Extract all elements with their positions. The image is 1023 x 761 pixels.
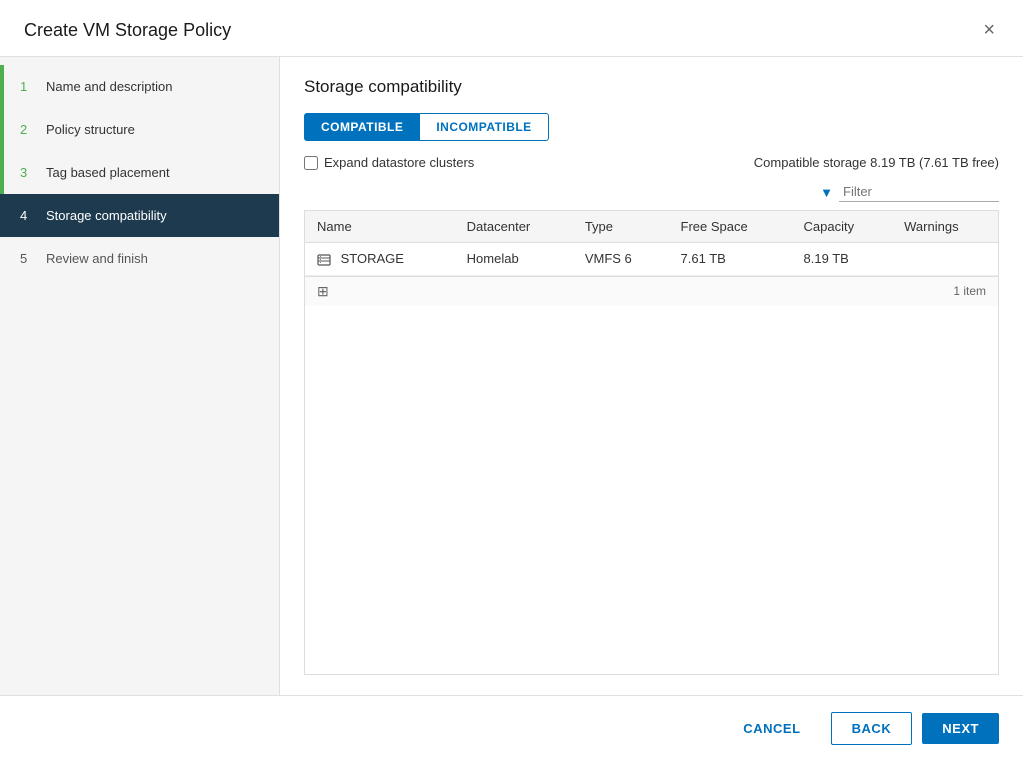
section-title: Storage compatibility xyxy=(304,77,999,97)
sidebar-item-label-1: Name and description xyxy=(46,79,172,94)
sidebar-item-label-3: Tag based placement xyxy=(46,165,170,180)
col-free-space: Free Space xyxy=(669,211,792,243)
sidebar-item-review-and-finish[interactable]: 5 Review and finish xyxy=(0,237,279,280)
table-container: Name Datacenter Type Free Space Capacity… xyxy=(304,210,999,675)
modal-footer: CANCEL BACK NEXT xyxy=(0,695,1023,761)
step-number-1: 1 xyxy=(20,79,36,94)
main-content: Storage compatibility COMPATIBLE INCOMPA… xyxy=(280,57,1023,695)
col-warnings: Warnings xyxy=(892,211,998,243)
close-button[interactable]: × xyxy=(979,16,999,44)
expand-datastore-clusters-label[interactable]: Expand datastore clusters xyxy=(304,155,474,170)
cell-datacenter: Homelab xyxy=(455,243,573,276)
cell-warnings xyxy=(892,243,998,276)
modal-header: Create VM Storage Policy × xyxy=(0,0,1023,57)
step-number-4: 4 xyxy=(20,208,36,223)
sidebar: 1 Name and description 2 Policy structur… xyxy=(0,57,280,695)
sidebar-item-label-2: Policy structure xyxy=(46,122,135,137)
col-datacenter: Datacenter xyxy=(455,211,573,243)
cell-capacity: 8.19 TB xyxy=(792,243,893,276)
next-button[interactable]: NEXT xyxy=(922,713,999,744)
sidebar-item-label-5: Review and finish xyxy=(46,251,148,266)
step-completed-indicator xyxy=(0,65,4,108)
col-capacity: Capacity xyxy=(792,211,893,243)
tab-incompatible[interactable]: INCOMPATIBLE xyxy=(419,113,548,141)
cancel-button[interactable]: CANCEL xyxy=(723,713,820,744)
modal-title: Create VM Storage Policy xyxy=(24,20,231,41)
back-button[interactable]: BACK xyxy=(831,712,913,745)
expand-label-text: Expand datastore clusters xyxy=(324,155,474,170)
storage-table: Name Datacenter Type Free Space Capacity… xyxy=(305,211,998,276)
sidebar-item-name-and-description[interactable]: 1 Name and description xyxy=(0,65,279,108)
filter-row: ▼ xyxy=(304,182,999,202)
table-row[interactable]: STORAGE Homelab VMFS 6 7.61 TB 8.19 TB xyxy=(305,243,998,276)
create-vm-storage-policy-modal: Create VM Storage Policy × 1 Name and de… xyxy=(0,0,1023,761)
step-number-3: 3 xyxy=(20,165,36,180)
step-number-5: 5 xyxy=(20,251,36,266)
table-footer-icon: ⊞ xyxy=(317,283,329,300)
expand-datastore-clusters-checkbox[interactable] xyxy=(304,156,318,170)
compatible-storage-text: Compatible storage 8.19 TB (7.61 TB free… xyxy=(754,155,999,170)
sidebar-item-policy-structure[interactable]: 2 Policy structure xyxy=(0,108,279,151)
filter-input[interactable] xyxy=(839,182,999,202)
col-name: Name xyxy=(305,211,455,243)
table-footer: ⊞ 1 item xyxy=(305,276,998,306)
cell-free-space: 7.61 TB xyxy=(669,243,792,276)
step-completed-indicator-3 xyxy=(0,151,4,194)
col-type: Type xyxy=(573,211,669,243)
storage-icon xyxy=(317,253,331,267)
table-header-row: Name Datacenter Type Free Space Capacity… xyxy=(305,211,998,243)
sidebar-item-label-4: Storage compatibility xyxy=(46,208,167,223)
modal-body: 1 Name and description 2 Policy structur… xyxy=(0,57,1023,695)
cell-type: VMFS 6 xyxy=(573,243,669,276)
sidebar-item-tag-based-placement[interactable]: 3 Tag based placement xyxy=(0,151,279,194)
step-completed-indicator-2 xyxy=(0,108,4,151)
cell-name: STORAGE xyxy=(305,243,455,276)
tab-bar: COMPATIBLE INCOMPATIBLE xyxy=(304,113,999,141)
tab-compatible[interactable]: COMPATIBLE xyxy=(304,113,419,141)
step-number-2: 2 xyxy=(20,122,36,137)
sidebar-item-storage-compatibility[interactable]: 4 Storage compatibility xyxy=(0,194,279,237)
item-count: 1 item xyxy=(953,284,986,298)
filter-icon: ▼ xyxy=(820,185,833,200)
controls-row: Expand datastore clusters Compatible sto… xyxy=(304,155,999,170)
